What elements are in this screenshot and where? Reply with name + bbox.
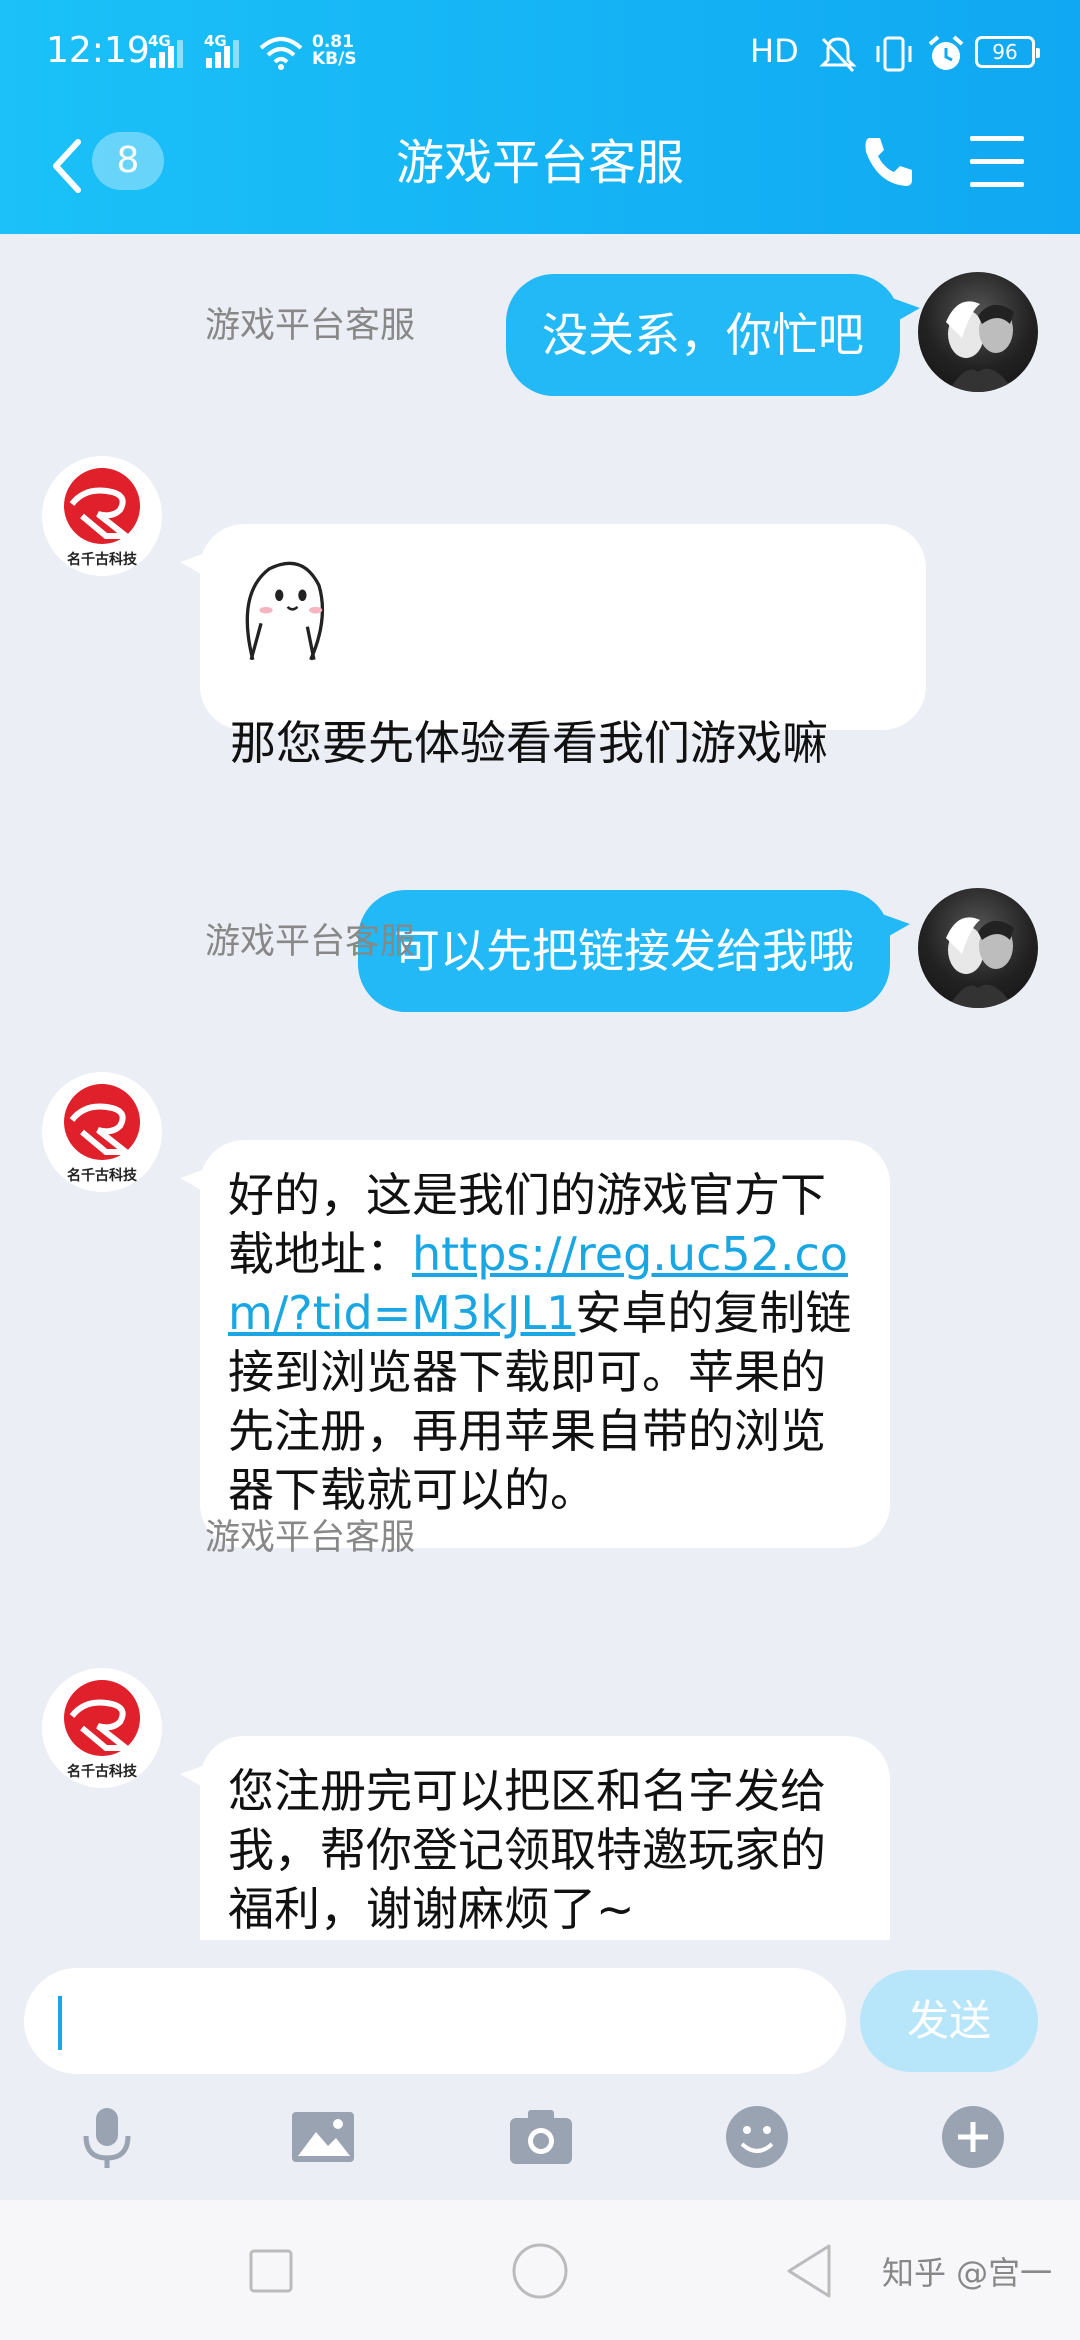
- watermark: 知乎 @宫一: [882, 2254, 1053, 2292]
- hd-indicator: HD: [750, 32, 799, 70]
- send-button[interactable]: 发送: [860, 1970, 1038, 2072]
- company-logo-icon: 名千古科技: [64, 1680, 140, 1780]
- message-text: 那您要先体验看看我们游戏嘛: [230, 716, 828, 770]
- emoji-icon[interactable]: [722, 2102, 792, 2172]
- chat-title: 游戏平台客服: [395, 135, 684, 191]
- incoming-message[interactable]: 那您要先体验看看我们游戏嘛: [180, 524, 926, 770]
- avatar-illustration-icon: [946, 917, 1014, 1008]
- incoming-message[interactable]: 您注册完可以把区和名字发给我，帮你登记领取特邀玩家的福利，谢谢麻烦了~: [180, 1736, 890, 1940]
- vibrate-icon: [876, 36, 912, 72]
- title-bar: 8 游戏平台客服: [0, 110, 1080, 234]
- status-bar: 12:19 4G 4G 0.81 KB/S HD 96: [0, 0, 1080, 110]
- svg-text:名千古科技: 名千古科技: [67, 551, 138, 568]
- back-icon[interactable]: [775, 2236, 845, 2306]
- outgoing-message[interactable]: 可以先把链接发给我哦: [358, 890, 910, 1012]
- image-icon[interactable]: [288, 2102, 358, 2172]
- my-avatar[interactable]: [918, 272, 1038, 392]
- svg-text:名千古科技: 名千古科技: [67, 1167, 138, 1184]
- microphone-icon[interactable]: [72, 2102, 142, 2172]
- recent-apps-icon[interactable]: [236, 2236, 306, 2306]
- camera-icon[interactable]: [506, 2102, 576, 2172]
- agent-avatar[interactable]: 名千古科技: [42, 1668, 162, 1788]
- phone-icon[interactable]: [858, 132, 918, 192]
- input-bar: 发送: [0, 1940, 1080, 2200]
- outgoing-message[interactable]: 没关系，你忙吧: [506, 274, 920, 396]
- avatar-illustration-icon: [946, 301, 1014, 392]
- sender-name: 游戏平台客服: [205, 922, 416, 962]
- sticker-image[interactable]: [228, 544, 352, 668]
- message-input[interactable]: [24, 1968, 846, 2074]
- incoming-message[interactable]: 好的，这是我们的游戏官方下载地址：https://reg.uc52.com/?t…: [180, 1140, 890, 1548]
- company-logo-icon: 名千古科技: [64, 1084, 140, 1184]
- company-logo-icon: 名千古科技: [64, 468, 140, 568]
- chat-area[interactable]: 没关系，你忙吧 名千古科技 游戏平台客服 那您要先体验看看我们游戏嘛 可以先把链…: [0, 234, 1080, 1940]
- battery-indicator: 96: [975, 36, 1040, 68]
- network-speed: 0.81 KB/S: [312, 32, 357, 69]
- mute-icon: [819, 37, 857, 73]
- alarm-icon: [928, 35, 964, 70]
- svg-text:名千古科技: 名千古科技: [67, 1763, 138, 1780]
- agent-avatar[interactable]: 名千古科技: [42, 456, 162, 576]
- status-time: 12:19: [46, 30, 150, 71]
- text-caret: [58, 1996, 62, 2050]
- agent-avatar[interactable]: 名千古科技: [42, 1072, 162, 1192]
- home-icon[interactable]: [505, 2236, 575, 2306]
- signal-1-icon: [150, 38, 184, 68]
- plus-icon[interactable]: [938, 2102, 1008, 2172]
- my-avatar[interactable]: [918, 888, 1038, 1008]
- top-bar: 12:19 4G 4G 0.81 KB/S HD 96 8 游戏平台客服: [0, 0, 1080, 234]
- sender-name: 游戏平台客服: [205, 1518, 416, 1558]
- signal-2-icon: [206, 38, 240, 68]
- menu-icon[interactable]: [970, 136, 1024, 187]
- system-nav-bar: 知乎 @宫一: [0, 2200, 1080, 2340]
- wifi-icon: [259, 37, 303, 70]
- sender-name: 游戏平台客服: [205, 306, 416, 346]
